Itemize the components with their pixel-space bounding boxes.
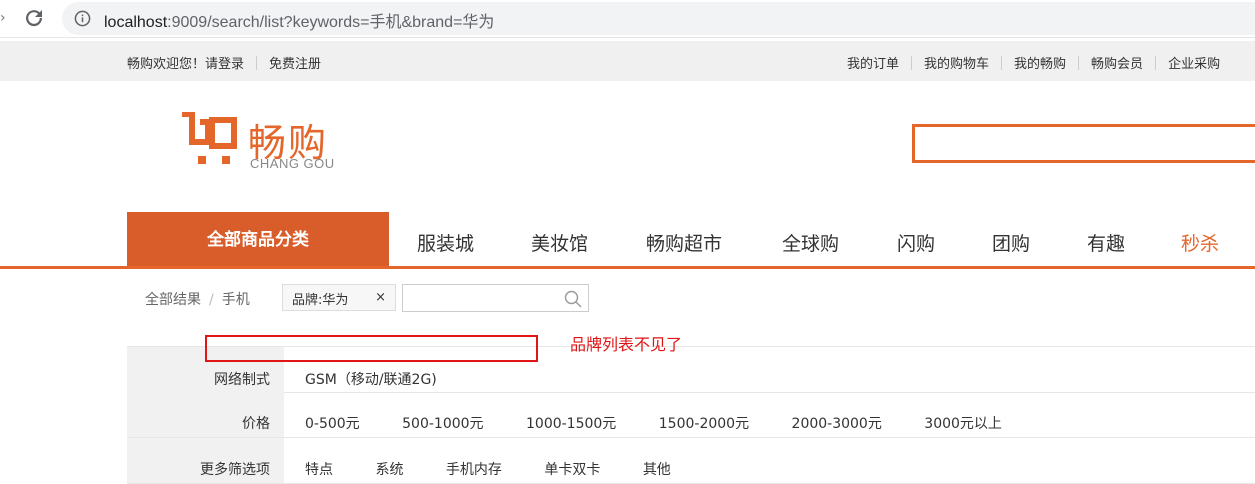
divider bbox=[256, 56, 258, 70]
selected-brand-tag: 品牌:华为 × bbox=[282, 284, 396, 311]
my-cart-link[interactable]: 我的购物车 bbox=[924, 57, 989, 72]
filter-option[interactable]: GSM（移动/联通2G) bbox=[305, 372, 437, 388]
nav-item-supermarket[interactable]: 畅购超市 bbox=[646, 229, 722, 256]
filter-panel: 网络制式 GSM（移动/联通2G) 价格 0-500元 500-1000元 10… bbox=[127, 346, 1255, 484]
login-link[interactable]: 请登录 bbox=[205, 57, 244, 72]
url-path: :9009/search/list?keywords=手机&brand=华为 bbox=[167, 14, 495, 31]
filter-values: 特点 系统 手机内存 单卡双卡 其他 bbox=[305, 459, 709, 479]
cart-logo-icon bbox=[182, 112, 237, 164]
welcome-area: 畅购欢迎您！请登录 免费注册 bbox=[127, 53, 321, 72]
filter-option[interactable]: 系统 bbox=[375, 462, 403, 478]
filter-option[interactable]: 手机内存 bbox=[446, 462, 502, 478]
welcome-text: 畅购欢迎您！ bbox=[127, 57, 206, 72]
filter-option[interactable]: 其他 bbox=[643, 462, 671, 478]
info-icon[interactable] bbox=[74, 10, 91, 27]
my-changgou-link[interactable]: 我的畅购 bbox=[1014, 57, 1066, 72]
logo-subtitle: CHANG GOU bbox=[250, 156, 335, 171]
breadcrumb-separator: / bbox=[209, 292, 214, 308]
nav-item-global[interactable]: 全球购 bbox=[782, 229, 839, 256]
reload-icon[interactable] bbox=[22, 6, 46, 30]
shortcut-links: 我的订单 我的购物车 我的畅购 畅购会员 企业采购 bbox=[847, 53, 1220, 72]
divider bbox=[1001, 56, 1003, 70]
nav-item-flash[interactable]: 闪购 bbox=[897, 229, 935, 256]
nav-underline bbox=[0, 266, 1255, 269]
back-arrow-icon[interactable]: › bbox=[0, 10, 6, 26]
filter-option[interactable]: 单卡双卡 bbox=[544, 462, 600, 478]
annotation-text: 品牌列表不见了 bbox=[570, 335, 683, 354]
nav-item-group[interactable]: 团购 bbox=[992, 229, 1030, 256]
close-icon[interactable]: × bbox=[375, 290, 386, 305]
all-categories-button[interactable]: 全部商品分类 bbox=[127, 212, 389, 269]
divider bbox=[911, 56, 913, 70]
filter-option[interactable]: 1500-2000元 bbox=[659, 416, 749, 432]
filter-values: GSM（移动/联通2G) bbox=[305, 369, 475, 389]
main-search-input[interactable] bbox=[912, 124, 1255, 163]
breadcrumb: 全部结果 / 手机 bbox=[145, 289, 250, 309]
filter-label: 更多筛选项 bbox=[127, 438, 284, 483]
annotation-box bbox=[205, 335, 538, 362]
filter-values: 0-500元 500-1000元 1000-1500元 1500-2000元 2… bbox=[305, 413, 1040, 433]
site-logo[interactable]: 畅购 CHANG GOU bbox=[180, 112, 340, 172]
breadcrumb-current: 手机 bbox=[221, 292, 250, 308]
member-link[interactable]: 畅购会员 bbox=[1091, 57, 1143, 72]
filter-option[interactable]: 特点 bbox=[305, 462, 333, 478]
url-text[interactable]: localhost:9009/search/list?keywords=手机&b… bbox=[104, 8, 494, 32]
filter-option[interactable]: 1000-1500元 bbox=[526, 416, 616, 432]
filter-option[interactable]: 2000-3000元 bbox=[792, 416, 882, 432]
nav-item-clothing[interactable]: 服装城 bbox=[417, 229, 474, 256]
search-icon[interactable] bbox=[564, 290, 582, 308]
filter-option[interactable]: 500-1000元 bbox=[402, 416, 483, 432]
filter-label: 价格 bbox=[127, 392, 284, 437]
nav-item-seckill[interactable]: 秒杀 bbox=[1181, 229, 1219, 256]
divider bbox=[1155, 56, 1157, 70]
divider bbox=[1078, 56, 1080, 70]
filter-row-more: 更多筛选项 特点 系统 手机内存 单卡双卡 其他 bbox=[127, 438, 1255, 484]
enterprise-link[interactable]: 企业采购 bbox=[1168, 57, 1220, 72]
tag-label: 品牌:华为 bbox=[292, 293, 349, 308]
register-link[interactable]: 免费注册 bbox=[269, 57, 321, 72]
result-search-input[interactable] bbox=[402, 284, 589, 312]
my-orders-link[interactable]: 我的订单 bbox=[847, 57, 899, 72]
browser-toolbar: › localhost:9009/search/list?keywords=手机… bbox=[0, 0, 1255, 38]
nav-item-beauty[interactable]: 美妆馆 bbox=[531, 229, 588, 256]
filter-row-price: 价格 0-500元 500-1000元 1000-1500元 1500-2000… bbox=[127, 392, 1255, 438]
address-bar[interactable]: localhost:9009/search/list?keywords=手机&b… bbox=[62, 2, 1255, 35]
nav-item-fun[interactable]: 有趣 bbox=[1087, 229, 1125, 256]
filter-option[interactable]: 3000元以上 bbox=[924, 416, 1002, 432]
filter-option[interactable]: 0-500元 bbox=[305, 416, 360, 432]
shortcut-bar: 畅购欢迎您！请登录 免费注册 我的订单 我的购物车 我的畅购 畅购会员 企业采购 bbox=[0, 41, 1255, 81]
url-host: localhost bbox=[104, 14, 168, 31]
breadcrumb-all[interactable]: 全部结果 bbox=[145, 292, 201, 308]
